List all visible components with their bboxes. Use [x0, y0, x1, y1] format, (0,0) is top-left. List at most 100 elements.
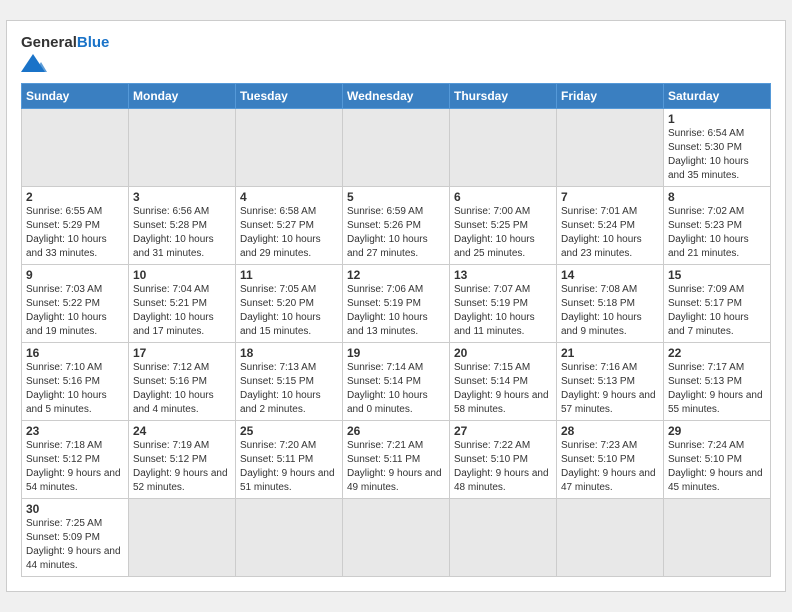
day-cell	[236, 108, 343, 186]
day-cell: 23Sunrise: 7:18 AMSunset: 5:12 PMDayligh…	[22, 420, 129, 498]
day-cell: 8Sunrise: 7:02 AMSunset: 5:23 PMDaylight…	[664, 186, 771, 264]
day-number: 30	[26, 502, 124, 516]
calendar-header: GeneralBlue	[21, 31, 771, 77]
day-cell: 11Sunrise: 7:05 AMSunset: 5:20 PMDayligh…	[236, 264, 343, 342]
weekday-header-sunday: Sunday	[22, 83, 129, 108]
day-cell: 4Sunrise: 6:58 AMSunset: 5:27 PMDaylight…	[236, 186, 343, 264]
day-cell	[450, 498, 557, 576]
weekday-header-thursday: Thursday	[450, 83, 557, 108]
day-cell: 18Sunrise: 7:13 AMSunset: 5:15 PMDayligh…	[236, 342, 343, 420]
day-info: Sunrise: 6:56 AMSunset: 5:28 PMDaylight:…	[133, 205, 231, 261]
day-number: 14	[561, 268, 659, 282]
day-cell	[343, 108, 450, 186]
week-row-3: 9Sunrise: 7:03 AMSunset: 5:22 PMDaylight…	[22, 264, 771, 342]
day-number: 10	[133, 268, 231, 282]
day-number: 3	[133, 190, 231, 204]
day-number: 20	[454, 346, 552, 360]
day-number: 2	[26, 190, 124, 204]
day-info: Sunrise: 6:55 AMSunset: 5:29 PMDaylight:…	[26, 205, 124, 261]
day-number: 8	[668, 190, 766, 204]
day-cell: 22Sunrise: 7:17 AMSunset: 5:13 PMDayligh…	[664, 342, 771, 420]
day-cell: 10Sunrise: 7:04 AMSunset: 5:21 PMDayligh…	[129, 264, 236, 342]
day-number: 11	[240, 268, 338, 282]
day-info: Sunrise: 7:00 AMSunset: 5:25 PMDaylight:…	[454, 205, 552, 261]
day-number: 25	[240, 424, 338, 438]
day-info: Sunrise: 7:05 AMSunset: 5:20 PMDaylight:…	[240, 283, 338, 339]
day-number: 7	[561, 190, 659, 204]
day-info: Sunrise: 7:02 AMSunset: 5:23 PMDaylight:…	[668, 205, 766, 261]
day-info: Sunrise: 7:10 AMSunset: 5:16 PMDaylight:…	[26, 361, 124, 417]
week-row-4: 16Sunrise: 7:10 AMSunset: 5:16 PMDayligh…	[22, 342, 771, 420]
day-info: Sunrise: 6:54 AMSunset: 5:30 PMDaylight:…	[668, 127, 766, 183]
week-row-2: 2Sunrise: 6:55 AMSunset: 5:29 PMDaylight…	[22, 186, 771, 264]
day-info: Sunrise: 7:08 AMSunset: 5:18 PMDaylight:…	[561, 283, 659, 339]
day-info: Sunrise: 7:21 AMSunset: 5:11 PMDaylight:…	[347, 439, 445, 495]
logo-icon	[21, 54, 61, 72]
day-info: Sunrise: 7:16 AMSunset: 5:13 PMDaylight:…	[561, 361, 659, 417]
day-number: 16	[26, 346, 124, 360]
day-number: 4	[240, 190, 338, 204]
day-cell: 3Sunrise: 6:56 AMSunset: 5:28 PMDaylight…	[129, 186, 236, 264]
day-info: Sunrise: 7:20 AMSunset: 5:11 PMDaylight:…	[240, 439, 338, 495]
day-cell: 16Sunrise: 7:10 AMSunset: 5:16 PMDayligh…	[22, 342, 129, 420]
logo-text: GeneralBlue	[21, 35, 109, 52]
day-cell: 14Sunrise: 7:08 AMSunset: 5:18 PMDayligh…	[557, 264, 664, 342]
day-info: Sunrise: 6:58 AMSunset: 5:27 PMDaylight:…	[240, 205, 338, 261]
day-cell	[22, 108, 129, 186]
day-info: Sunrise: 7:24 AMSunset: 5:10 PMDaylight:…	[668, 439, 766, 495]
weekday-header-saturday: Saturday	[664, 83, 771, 108]
day-cell	[557, 108, 664, 186]
weekday-header-monday: Monday	[129, 83, 236, 108]
day-cell: 5Sunrise: 6:59 AMSunset: 5:26 PMDaylight…	[343, 186, 450, 264]
day-info: Sunrise: 7:23 AMSunset: 5:10 PMDaylight:…	[561, 439, 659, 495]
day-number: 19	[347, 346, 445, 360]
day-cell: 13Sunrise: 7:07 AMSunset: 5:19 PMDayligh…	[450, 264, 557, 342]
day-cell	[343, 498, 450, 576]
day-info: Sunrise: 7:12 AMSunset: 5:16 PMDaylight:…	[133, 361, 231, 417]
day-number: 12	[347, 268, 445, 282]
day-cell	[557, 498, 664, 576]
day-cell: 21Sunrise: 7:16 AMSunset: 5:13 PMDayligh…	[557, 342, 664, 420]
day-cell	[664, 498, 771, 576]
day-number: 6	[454, 190, 552, 204]
day-info: Sunrise: 7:06 AMSunset: 5:19 PMDaylight:…	[347, 283, 445, 339]
day-cell	[129, 498, 236, 576]
day-cell: 2Sunrise: 6:55 AMSunset: 5:29 PMDaylight…	[22, 186, 129, 264]
day-info: Sunrise: 7:15 AMSunset: 5:14 PMDaylight:…	[454, 361, 552, 417]
calendar-table: SundayMondayTuesdayWednesdayThursdayFrid…	[21, 83, 771, 577]
day-number: 18	[240, 346, 338, 360]
day-cell: 9Sunrise: 7:03 AMSunset: 5:22 PMDaylight…	[22, 264, 129, 342]
day-info: Sunrise: 6:59 AMSunset: 5:26 PMDaylight:…	[347, 205, 445, 261]
day-info: Sunrise: 7:01 AMSunset: 5:24 PMDaylight:…	[561, 205, 659, 261]
day-number: 9	[26, 268, 124, 282]
day-info: Sunrise: 7:04 AMSunset: 5:21 PMDaylight:…	[133, 283, 231, 339]
week-row-6: 30Sunrise: 7:25 AMSunset: 5:09 PMDayligh…	[22, 498, 771, 576]
day-info: Sunrise: 7:09 AMSunset: 5:17 PMDaylight:…	[668, 283, 766, 339]
day-cell: 17Sunrise: 7:12 AMSunset: 5:16 PMDayligh…	[129, 342, 236, 420]
day-info: Sunrise: 7:13 AMSunset: 5:15 PMDaylight:…	[240, 361, 338, 417]
day-cell: 29Sunrise: 7:24 AMSunset: 5:10 PMDayligh…	[664, 420, 771, 498]
weekday-header-row: SundayMondayTuesdayWednesdayThursdayFrid…	[22, 83, 771, 108]
day-info: Sunrise: 7:18 AMSunset: 5:12 PMDaylight:…	[26, 439, 124, 495]
day-cell: 28Sunrise: 7:23 AMSunset: 5:10 PMDayligh…	[557, 420, 664, 498]
day-number: 1	[668, 112, 766, 126]
logo: GeneralBlue	[21, 35, 109, 77]
weekday-header-friday: Friday	[557, 83, 664, 108]
day-number: 28	[561, 424, 659, 438]
day-number: 13	[454, 268, 552, 282]
week-row-5: 23Sunrise: 7:18 AMSunset: 5:12 PMDayligh…	[22, 420, 771, 498]
day-cell: 25Sunrise: 7:20 AMSunset: 5:11 PMDayligh…	[236, 420, 343, 498]
week-row-1: 1Sunrise: 6:54 AMSunset: 5:30 PMDaylight…	[22, 108, 771, 186]
day-info: Sunrise: 7:19 AMSunset: 5:12 PMDaylight:…	[133, 439, 231, 495]
day-info: Sunrise: 7:07 AMSunset: 5:19 PMDaylight:…	[454, 283, 552, 339]
day-cell: 20Sunrise: 7:15 AMSunset: 5:14 PMDayligh…	[450, 342, 557, 420]
day-cell: 7Sunrise: 7:01 AMSunset: 5:24 PMDaylight…	[557, 186, 664, 264]
day-cell	[129, 108, 236, 186]
day-number: 5	[347, 190, 445, 204]
day-cell: 24Sunrise: 7:19 AMSunset: 5:12 PMDayligh…	[129, 420, 236, 498]
day-cell: 27Sunrise: 7:22 AMSunset: 5:10 PMDayligh…	[450, 420, 557, 498]
day-number: 17	[133, 346, 231, 360]
day-number: 21	[561, 346, 659, 360]
day-cell: 19Sunrise: 7:14 AMSunset: 5:14 PMDayligh…	[343, 342, 450, 420]
day-info: Sunrise: 7:25 AMSunset: 5:09 PMDaylight:…	[26, 517, 124, 573]
